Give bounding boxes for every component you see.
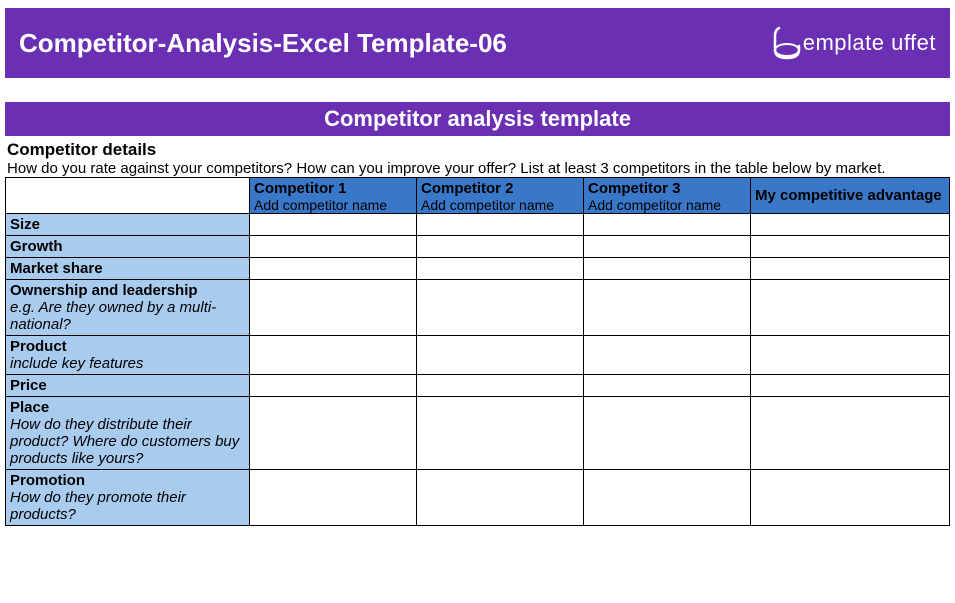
table-cell[interactable] <box>584 470 751 526</box>
table-cell[interactable] <box>417 336 584 375</box>
logo-text: emplate uffet <box>803 30 936 56</box>
logo-icon <box>773 26 801 60</box>
table-row: PromotionHow do they promote their produ… <box>6 470 950 526</box>
comp3-hint: Add competitor name <box>588 197 746 213</box>
page-title: Competitor-Analysis-Excel Template-06 <box>19 28 507 59</box>
table-cell[interactable] <box>584 236 751 258</box>
table-cell[interactable] <box>250 280 417 336</box>
comp2-hint: Add competitor name <box>421 197 579 213</box>
table-cell[interactable] <box>250 236 417 258</box>
table-cell[interactable] <box>751 375 950 397</box>
table-cell[interactable] <box>417 258 584 280</box>
comp2-title: Competitor 2 <box>421 180 579 197</box>
row-label-main: Place <box>10 399 245 416</box>
table-cell[interactable] <box>250 258 417 280</box>
row-label: Price <box>6 375 250 397</box>
column-header-comp1[interactable]: Competitor 1 Add competitor name <box>250 178 417 214</box>
row-label-sub: How do they promote their products? <box>10 489 245 523</box>
row-label-main: Ownership and leadership <box>10 282 245 299</box>
table-cell[interactable] <box>250 214 417 236</box>
header-bar: Competitor-Analysis-Excel Template-06 em… <box>5 8 950 78</box>
column-header-comp2[interactable]: Competitor 2 Add competitor name <box>417 178 584 214</box>
table-row: Size <box>6 214 950 236</box>
subtitle-bar: Competitor analysis template <box>5 102 950 136</box>
row-label-main: Growth <box>10 238 245 255</box>
column-header-comp3[interactable]: Competitor 3 Add competitor name <box>584 178 751 214</box>
table-cell[interactable] <box>751 236 950 258</box>
table-row: Growth <box>6 236 950 258</box>
row-label: Size <box>6 214 250 236</box>
table-row: Price <box>6 375 950 397</box>
table-cell[interactable] <box>751 258 950 280</box>
comp3-title: Competitor 3 <box>588 180 746 197</box>
competitor-table: Competitor 1 Add competitor name Competi… <box>5 177 950 526</box>
row-label: Market share <box>6 258 250 280</box>
section-title: Competitor details <box>7 140 950 160</box>
logo: emplate uffet <box>773 26 936 60</box>
row-label-main: Promotion <box>10 472 245 489</box>
row-label-sub: e.g. Are they owned by a multi-national? <box>10 299 245 333</box>
row-label-main: Price <box>10 377 245 394</box>
table-cell[interactable] <box>417 214 584 236</box>
table-cell[interactable] <box>584 280 751 336</box>
table-row: Productinclude key features <box>6 336 950 375</box>
table-cell[interactable] <box>250 470 417 526</box>
table-cell[interactable] <box>417 280 584 336</box>
row-label-main: Size <box>10 216 245 233</box>
comp1-title: Competitor 1 <box>254 180 412 197</box>
column-header-advantage: My competitive advantage <box>751 178 950 214</box>
table-cell[interactable] <box>584 375 751 397</box>
row-label: PromotionHow do they promote their produ… <box>6 470 250 526</box>
table-cell[interactable] <box>584 397 751 470</box>
table-cell[interactable] <box>751 397 950 470</box>
table-cell[interactable] <box>584 214 751 236</box>
table-cell[interactable] <box>751 280 950 336</box>
table-row: Market share <box>6 258 950 280</box>
table-cell[interactable] <box>751 470 950 526</box>
table-cell[interactable] <box>751 214 950 236</box>
row-label-main: Market share <box>10 260 245 277</box>
table-cell[interactable] <box>417 375 584 397</box>
comp1-hint: Add competitor name <box>254 197 412 213</box>
table-cell[interactable] <box>250 397 417 470</box>
table-cell[interactable] <box>584 336 751 375</box>
row-label: Productinclude key features <box>6 336 250 375</box>
table-cell[interactable] <box>751 336 950 375</box>
table-cell[interactable] <box>250 375 417 397</box>
table-cell[interactable] <box>417 236 584 258</box>
row-label: Growth <box>6 236 250 258</box>
row-label-main: Product <box>10 338 245 355</box>
table-row: PlaceHow do they distribute their produc… <box>6 397 950 470</box>
table-cell[interactable] <box>417 470 584 526</box>
table-corner <box>6 178 250 214</box>
table-cell[interactable] <box>250 336 417 375</box>
row-label-sub: How do they distribute their product? Wh… <box>10 416 245 467</box>
row-label: Ownership and leadershipe.g. Are they ow… <box>6 280 250 336</box>
table-row: Ownership and leadershipe.g. Are they ow… <box>6 280 950 336</box>
table-cell[interactable] <box>417 397 584 470</box>
section-description: How do you rate against your competitors… <box>7 160 950 177</box>
table-cell[interactable] <box>584 258 751 280</box>
row-label-sub: include key features <box>10 355 245 372</box>
row-label: PlaceHow do they distribute their produc… <box>6 397 250 470</box>
